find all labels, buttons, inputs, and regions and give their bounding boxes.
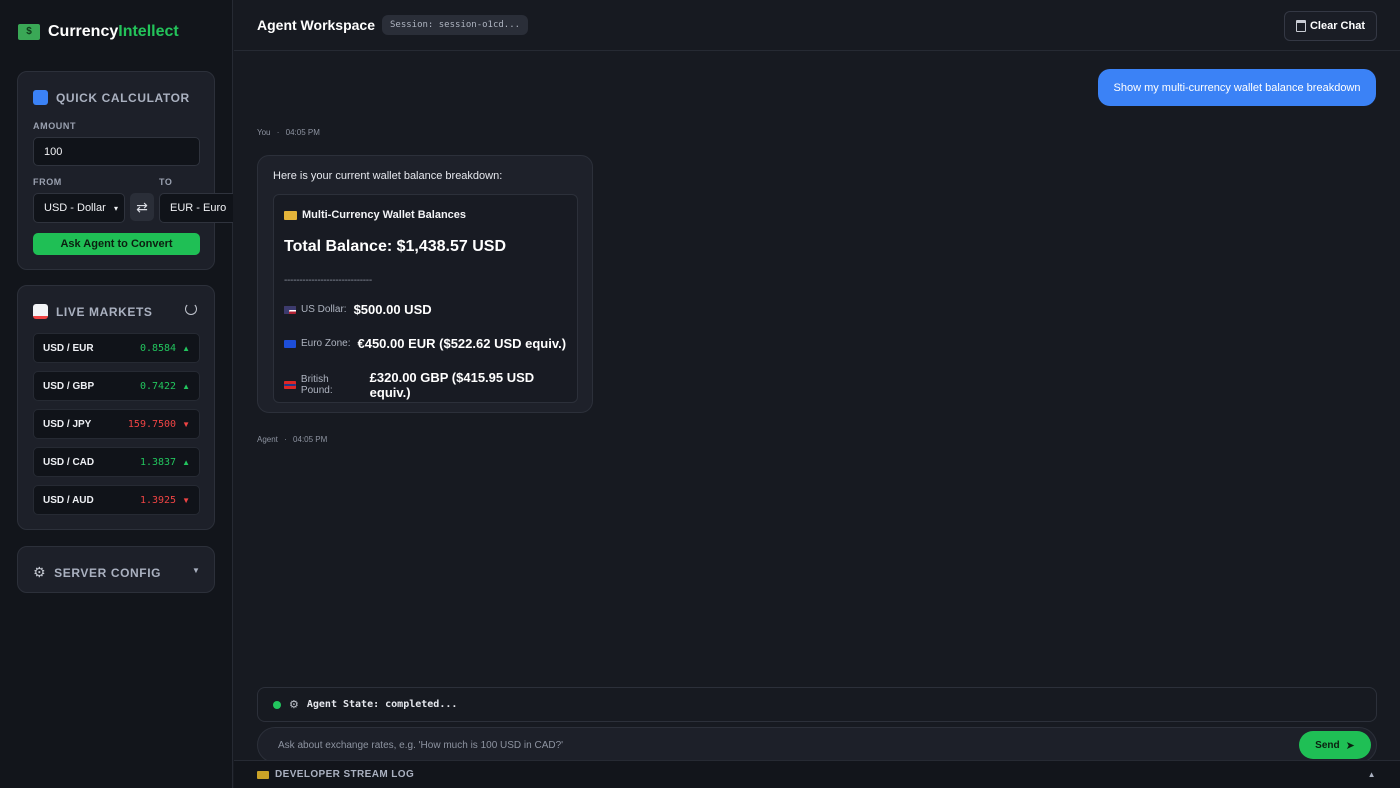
user-message: Show my multi-currency wallet balance br… xyxy=(1098,69,1376,106)
market-row[interactable]: USD / CAD 1.3837 ▲ xyxy=(33,447,200,477)
balance-line: Euro Zone: €450.00 EUR ($522.62 USD equi… xyxy=(284,336,566,351)
brand-name-part2: Intellect xyxy=(118,23,179,40)
swap-icon: ⇄ xyxy=(136,198,148,215)
refresh-icon xyxy=(33,90,48,105)
market-pair: USD / GBP xyxy=(43,380,95,392)
live-markets-title-text: LIVE MARKETS xyxy=(56,304,153,319)
market-pair: USD / EUR xyxy=(43,342,94,354)
from-currency-value: USD - Dollar xyxy=(44,202,106,214)
swap-currencies-button[interactable]: ⇄ xyxy=(130,193,154,221)
market-rate: 1.3925 xyxy=(139,494,177,506)
gear-icon: ⚙ xyxy=(289,699,299,711)
agent-message: Here is your current wallet balance brea… xyxy=(257,155,593,413)
live-markets-title: LIVE MARKETS xyxy=(33,304,153,319)
balance-line: British Pound: £320.00 GBP ($415.95 USD … xyxy=(284,370,577,400)
trend-up-icon: ▲ xyxy=(182,343,190,353)
server-config-title: ⚙ SERVER CONFIG xyxy=(33,564,161,581)
to-currency-select[interactable]: EUR - Euro xyxy=(159,193,233,223)
market-rate: 159.7500 xyxy=(127,418,177,430)
quick-calculator-card: QUICK CALCULATOR AMOUNT 100 FROM TO USD … xyxy=(17,71,233,270)
agent-state-bar: ⚙ Agent State: completed... xyxy=(257,687,1377,722)
terminal-icon xyxy=(257,770,269,779)
user-message-meta: You · 04:05 PM xyxy=(257,128,320,137)
session-badge: Session: session-o1cd... xyxy=(382,15,529,35)
chevron-down-icon: ▾ xyxy=(113,203,118,213)
agent-message-meta: Agent · 04:05 PM xyxy=(257,435,328,444)
developer-stream-log-bar[interactable]: DEVELOPER STREAM LOG ▲ xyxy=(234,760,1400,788)
wallet-balance-card: Multi-Currency Wallet Balances Total Bal… xyxy=(273,194,578,403)
trend-up-icon: ▲ xyxy=(182,381,190,391)
trend-up-icon: ▲ xyxy=(182,457,190,467)
to-currency-value: EUR - Euro xyxy=(170,202,227,214)
agent-intro-text: Here is your current wallet balance brea… xyxy=(273,170,503,182)
send-button[interactable]: Send ➤ xyxy=(1299,731,1371,759)
sidebar: $ CurrencyIntellect QUICK CALCULATOR AMO… xyxy=(0,0,233,788)
status-dot-icon xyxy=(273,700,281,709)
quick-calculator-title-text: QUICK CALCULATOR xyxy=(56,90,190,105)
user-meta-time: 04:05 PM xyxy=(285,128,320,137)
gear-icon: ⚙ xyxy=(33,564,47,580)
balance-line: US Dollar: $500.00 USD xyxy=(284,302,432,317)
clear-chat-label: Clear Chat xyxy=(1309,20,1366,32)
market-pair: USD / CAD xyxy=(43,456,95,468)
credit-card-icon xyxy=(284,210,297,220)
eu-flag-icon xyxy=(284,339,296,348)
page-title: Agent Workspace xyxy=(257,17,375,33)
chevron-up-icon[interactable]: ▲ xyxy=(1368,770,1376,779)
live-markets-card: LIVE MARKETS USD / EUR 0.8584 ▲ USD / GB… xyxy=(17,285,215,530)
workspace-header: Agent Workspace Session: session-o1cd...… xyxy=(234,0,1400,51)
clear-chat-button[interactable]: Clear Chat xyxy=(1284,11,1377,41)
quick-calculator-title: QUICK CALCULATOR xyxy=(33,90,190,105)
amount-input[interactable]: 100 xyxy=(33,137,200,166)
wallet-total: Total Balance: $1,438.57 USD xyxy=(284,238,507,255)
balance-value: £320.00 GBP ($415.95 USD equiv.) xyxy=(369,370,535,400)
from-currency-select[interactable]: USD - Dollar ▾ xyxy=(33,193,125,223)
refresh-markets-icon[interactable] xyxy=(185,303,197,315)
from-label: FROM xyxy=(33,177,62,187)
chat-input[interactable]: Ask about exchange rates, e.g. 'How much… xyxy=(257,727,1377,763)
chevron-down-icon: ▼ xyxy=(192,566,200,575)
send-label: Send xyxy=(1315,739,1340,751)
market-row[interactable]: USD / GBP 0.7422 ▲ xyxy=(33,371,200,401)
agent-meta-name: Agent xyxy=(257,435,278,444)
brand-name-part1: Currency xyxy=(48,23,119,40)
amount-label: AMOUNT xyxy=(33,121,77,131)
money-icon: $ xyxy=(18,24,40,40)
trend-down-icon: ▼ xyxy=(182,495,190,505)
agent-meta-time: 04:05 PM xyxy=(293,435,328,444)
balance-name: Euro Zone: xyxy=(301,338,351,349)
market-row[interactable]: USD / JPY 159.7500 ▼ xyxy=(33,409,200,439)
balance-value: €450.00 EUR ($522.62 USD equiv.) xyxy=(357,336,567,351)
market-row[interactable]: USD / AUD 1.3925 ▼ xyxy=(33,485,200,515)
wallet-title-text: Multi-Currency Wallet Balances xyxy=(302,209,467,221)
us-flag-icon xyxy=(284,305,296,314)
market-rate: 1.3837 xyxy=(139,456,177,468)
user-meta-name: You xyxy=(257,128,271,137)
server-config-card[interactable]: ⚙ SERVER CONFIG ▼ xyxy=(17,546,215,593)
market-rate: 0.8584 xyxy=(139,342,177,354)
chart-icon xyxy=(33,304,48,319)
balance-name: British Pound: xyxy=(300,374,333,396)
wallet-title: Multi-Currency Wallet Balances xyxy=(284,209,466,221)
wallet-separator: ----------------------------- xyxy=(284,275,372,286)
trash-icon xyxy=(1295,20,1306,32)
uk-flag-icon xyxy=(284,381,296,389)
market-rate: 0.7422 xyxy=(139,380,177,392)
balance-value: $500.00 USD xyxy=(353,302,432,317)
developer-log-title: DEVELOPER STREAM LOG xyxy=(275,769,415,780)
market-row[interactable]: USD / EUR 0.8584 ▲ xyxy=(33,333,200,363)
to-label: TO xyxy=(159,177,173,187)
server-config-title-text: SERVER CONFIG xyxy=(54,565,162,580)
brand-logo[interactable]: $ CurrencyIntellect xyxy=(18,23,179,41)
market-pair: USD / AUD xyxy=(43,494,94,506)
ask-agent-convert-button[interactable]: Ask Agent to Convert xyxy=(33,233,200,255)
trend-down-icon: ▼ xyxy=(182,419,190,429)
agent-state-text: Agent State: completed... xyxy=(306,699,458,710)
send-arrow-icon: ➤ xyxy=(1345,739,1355,752)
balance-name: US Dollar: xyxy=(301,304,347,315)
market-pair: USD / JPY xyxy=(43,418,92,430)
